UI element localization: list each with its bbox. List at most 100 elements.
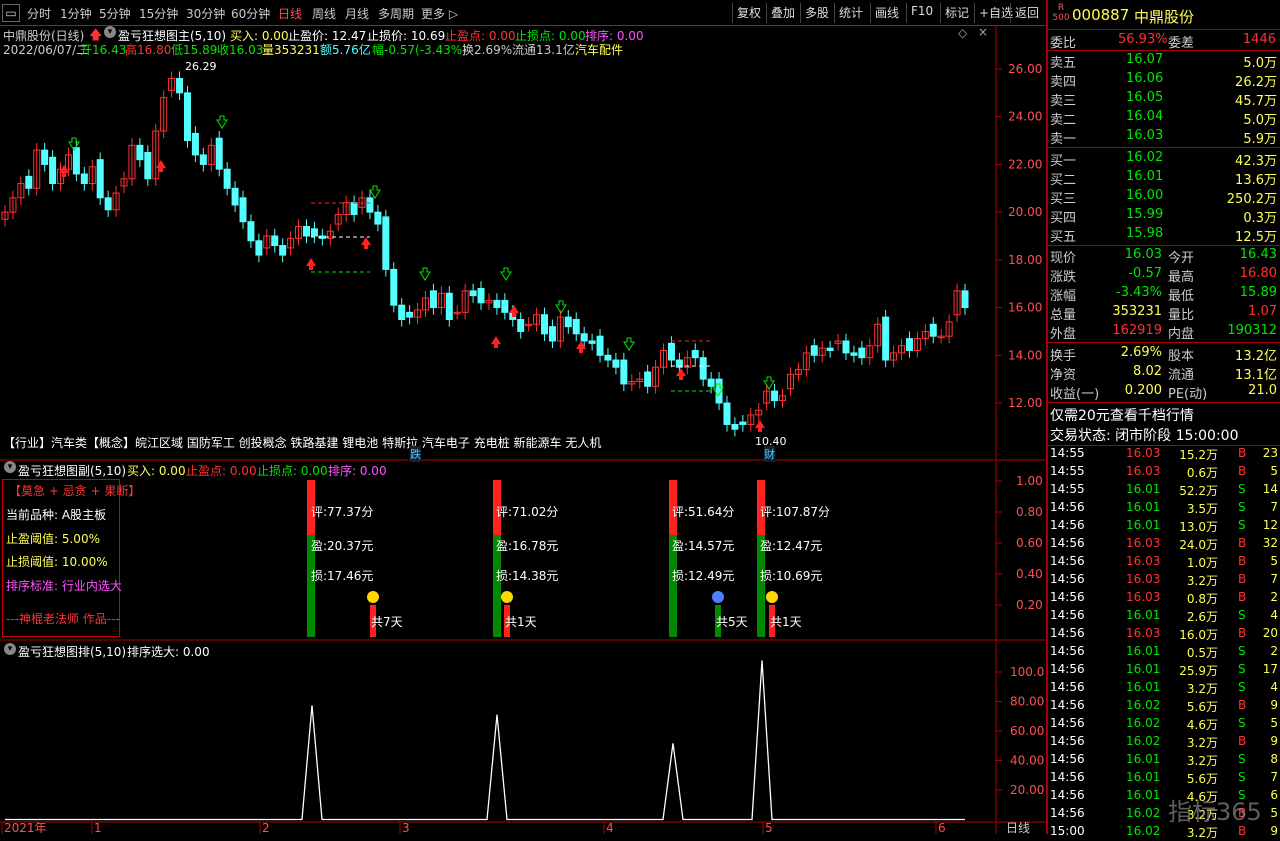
period-tab-2[interactable]: 5分钟 xyxy=(99,5,131,22)
buy-level-2[interactable]: 买二 16.01 13.6万 xyxy=(1048,168,1280,188)
tick-row: 14:56 16.03 0.8万 B 2 xyxy=(1050,590,1278,606)
info-date: 2022/06/07/二 xyxy=(3,43,89,57)
sub2-tick-label: 20.00 xyxy=(1010,783,1044,797)
candle xyxy=(929,323,937,337)
indicator-menu-icon[interactable]: ▾ xyxy=(104,26,116,38)
buy-arrow xyxy=(156,160,166,172)
tick-row: 14:55 16.03 0.6万 B 5 xyxy=(1050,464,1278,480)
promo-link[interactable]: 仅需20元查看千档行情 xyxy=(1048,404,1280,424)
sub1-tick-label: 0.20 xyxy=(1016,598,1043,612)
period-tab-3[interactable]: 15分钟 xyxy=(139,5,178,22)
sub1-menu-icon[interactable]: ▾ xyxy=(4,461,16,473)
sell-level-4[interactable]: 卖四 16.06 26.2万 xyxy=(1048,70,1280,90)
sub2-menu-icon[interactable]: ▾ xyxy=(4,643,16,655)
candle xyxy=(231,187,239,206)
period-tab-8[interactable]: 月线 xyxy=(345,5,369,22)
sub1-tick-label: 0.40 xyxy=(1016,567,1043,581)
candle xyxy=(691,350,699,359)
sell-arrow xyxy=(500,267,512,281)
sub1-sl: 止损点: 0.00 xyxy=(257,464,328,478)
signal-days: 共1天 xyxy=(770,615,802,629)
candle xyxy=(882,316,890,361)
toolbar-button-0[interactable]: 复权 xyxy=(732,3,765,23)
buy-level-5[interactable]: 买五 15.98 12.5万 xyxy=(1048,225,1280,245)
buy-level-4[interactable]: 买四 15.99 0.3万 xyxy=(1048,206,1280,226)
r500-badge: R 500 xyxy=(1052,3,1070,23)
y-tick-label: 14.00 xyxy=(1008,348,1042,362)
toolbar-button-5[interactable]: F10 xyxy=(906,3,937,23)
sub2-title[interactable]: 盈亏狂想图排(5,10) xyxy=(18,643,126,660)
period-tab-9[interactable]: 多周期 xyxy=(378,5,414,22)
signal-score: 评:107.87分 xyxy=(760,505,831,519)
tick-row: 14:56 16.01 3.2万 S 8 xyxy=(1050,752,1278,768)
face-icon xyxy=(712,591,724,603)
stat-row-2: 涨幅 -3.43% 最低 15.89 xyxy=(1050,285,1277,304)
toolbar-button-2[interactable]: 多股 xyxy=(800,3,833,23)
diamond-icon[interactable]: ◇ xyxy=(958,26,967,40)
candle xyxy=(612,359,620,368)
toolbar-button-8[interactable]: 返回 xyxy=(1010,3,1043,23)
y-tick-label: 18.00 xyxy=(1008,253,1042,267)
period-tab-10[interactable]: 更多 ▷ xyxy=(421,5,458,22)
period-tab-1[interactable]: 1分钟 xyxy=(60,5,92,22)
candle xyxy=(731,423,739,430)
stock-name: 中鼎股份 xyxy=(1134,8,1195,26)
tick-row: 14:56 16.03 1.0万 B 5 xyxy=(1050,554,1278,570)
weibi-row: 委比 56.93% 委差 1446 xyxy=(1050,32,1276,51)
kline-chart-area[interactable]: 26.00 24.00 22.00 20.00 18.00 16.00 14.00 12.00… xyxy=(0,26,1046,834)
box-line-variety: 当前品种: A股主板 xyxy=(6,508,107,522)
candle xyxy=(517,319,525,332)
toolbar-button-6[interactable]: 标记 xyxy=(940,3,973,23)
rank-line xyxy=(5,660,965,821)
sell-arrow xyxy=(623,337,635,351)
candle xyxy=(604,354,612,361)
candle xyxy=(191,132,199,156)
info-close: 收16.03 xyxy=(217,43,264,57)
candle xyxy=(199,154,207,165)
y-tick-label: 26.00 xyxy=(1008,62,1042,76)
candle xyxy=(366,197,374,213)
buy-level-3[interactable]: 买三 16.00 250.2万 xyxy=(1048,187,1280,207)
period-label: 日线 xyxy=(1006,821,1030,834)
candle xyxy=(620,359,628,385)
x-tick-label: 5 xyxy=(765,821,773,834)
signal-profit: 盈:14.57元 xyxy=(672,539,735,553)
period-tab-6[interactable]: 日线 xyxy=(278,5,302,22)
sell-level-5[interactable]: 卖五 16.07 5.0万 xyxy=(1048,51,1280,71)
candle xyxy=(572,319,580,335)
close-indicator-icon[interactable]: × xyxy=(978,25,988,39)
sell-level-2[interactable]: 卖二 16.04 5.0万 xyxy=(1048,108,1280,128)
stat2-row-2: 收益(一) 0.200 PE(动) 21.0 xyxy=(1050,383,1277,402)
sell-arrow xyxy=(419,267,431,281)
stat-row-0: 现价 16.03 今开 16.43 xyxy=(1050,247,1277,266)
tick-row: 14:56 16.03 16.0万 B 20 xyxy=(1050,626,1278,642)
toolbar-button-4[interactable]: 画线 xyxy=(870,3,903,23)
tick-row: 14:55 16.01 52.2万 S 14 xyxy=(1050,482,1278,498)
info-float: 流通13.1亿 xyxy=(512,43,575,57)
sub2-tick-label: 60.00 xyxy=(1010,724,1044,738)
period-tab-7[interactable]: 周线 xyxy=(312,5,336,22)
period-tab-4[interactable]: 30分钟 xyxy=(186,5,225,22)
tick-row: 14:56 16.03 24.0万 B 32 xyxy=(1050,536,1278,552)
sub1-title[interactable]: 盈亏狂想图副(5,10) xyxy=(18,462,126,479)
buy-level-1[interactable]: 买一 16.02 42.3万 xyxy=(1048,149,1280,169)
candle xyxy=(596,335,604,356)
signal-score: 评:77.37分 xyxy=(311,505,374,519)
candle xyxy=(667,342,675,361)
stat-row-3: 总量 353231 量比 1.07 xyxy=(1050,304,1277,323)
tick-row: 14:56 16.01 0.5万 S 2 xyxy=(1050,644,1278,660)
period-tab-0[interactable]: 分时 xyxy=(27,5,51,22)
candle xyxy=(183,92,191,142)
sub1-tp: 止盈点: 0.00 xyxy=(186,464,257,478)
toolbar-button-1[interactable]: 叠加 xyxy=(766,3,799,23)
sell-level-1[interactable]: 卖一 16.03 5.9万 xyxy=(1048,127,1280,147)
signal-score: 评:71.02分 xyxy=(496,505,559,519)
buy-arrow xyxy=(491,336,501,348)
info-change: 幅-0.57(-3.43%) xyxy=(372,43,467,57)
tick-row: 14:56 16.01 3.5万 S 7 xyxy=(1050,500,1278,516)
window-menu-icon[interactable]: ▭ xyxy=(2,4,20,22)
candle xyxy=(41,149,49,165)
sell-level-3[interactable]: 卖三 16.05 45.7万 xyxy=(1048,89,1280,109)
toolbar-button-3[interactable]: 统计 xyxy=(834,3,867,23)
period-tab-5[interactable]: 60分钟 xyxy=(231,5,270,22)
